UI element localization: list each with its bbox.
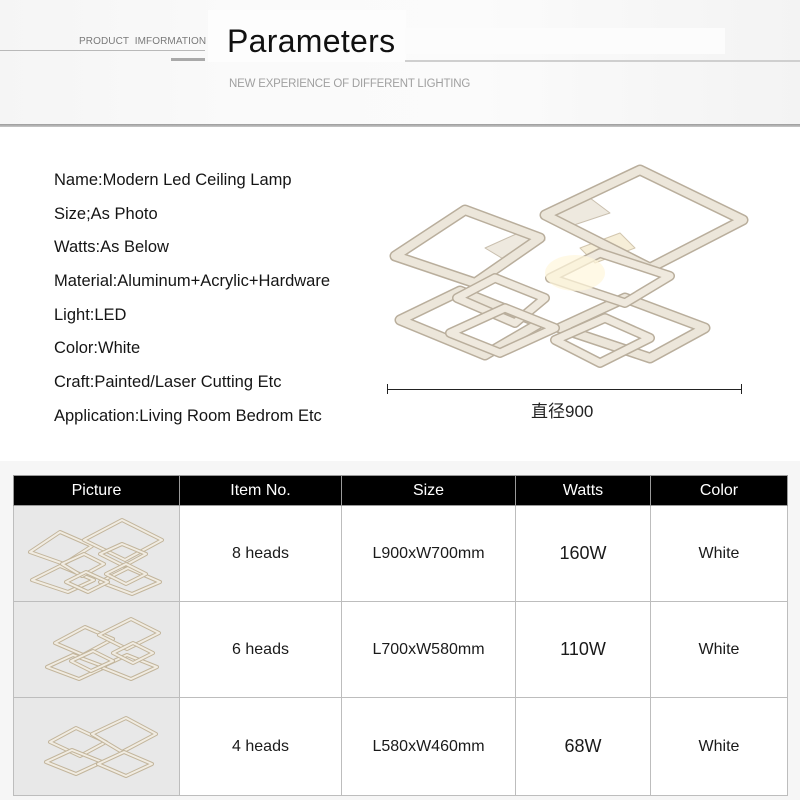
dimension-label: 直径900 (531, 402, 594, 421)
table-row: 8 heads L900xW700mm 160W White (13, 505, 788, 602)
color-cell: White (650, 697, 788, 796)
section-kicker: PRODUCT IMFORMATION (79, 36, 207, 47)
item-cell: 4 heads (179, 697, 342, 796)
table-header-row: Picture Item No. Size Watts Color (13, 475, 788, 506)
dimension-tick-right (741, 384, 742, 394)
spec-watts: Watts:As Below (54, 238, 169, 257)
header-band: PRODUCT IMFORMATION Parameters NEW EXPER… (0, 0, 800, 124)
header-rule-left (0, 50, 205, 51)
spec-material: Material:Aluminum+Acrylic+Hardware (54, 272, 331, 291)
spec-craft: Craft:Painted/Laser Cutting Etc (54, 373, 282, 392)
watts-cell: 110W (515, 601, 651, 698)
table-row: 6 heads L700xW580mm 110W White (13, 601, 788, 698)
spec-size: Size;As Photo (54, 204, 158, 223)
spec-application: Application:Living Room Bedrom Etc (54, 406, 322, 425)
size-cell: L580xW460mm (341, 697, 516, 796)
picture-cell (13, 601, 180, 698)
ceiling-lamp-6-heads-icon (44, 616, 161, 681)
size-cell: L700xW580mm (341, 601, 516, 698)
column-header-watts: Watts (515, 475, 651, 506)
header-rule-accent (171, 58, 205, 61)
title-backdrop-right (405, 28, 725, 54)
column-header-picture: Picture (13, 475, 180, 506)
ceiling-lamp-icon (389, 164, 749, 368)
ceiling-lamp-4-heads-icon (43, 715, 158, 778)
spec-table: Picture Item No. Size Watts Color 8 head… (13, 475, 788, 796)
picture-cell (13, 505, 180, 602)
watts-cell: 68W (515, 697, 651, 796)
picture-cell (13, 697, 180, 796)
dimension-line (387, 389, 741, 390)
spec-name: Name:Modern Led Ceiling Lamp (54, 171, 292, 189)
ceiling-lamp-8-heads-icon (27, 517, 164, 596)
color-cell: White (650, 505, 788, 602)
header-rule-right (405, 60, 800, 62)
section-divider (0, 124, 800, 127)
spec-list: Name:Modern Led Ceiling Lamp Size;As Pho… (54, 170, 330, 440)
table-row: 4 heads L580xW460mm 68W White (13, 697, 788, 796)
item-cell: 8 heads (179, 505, 342, 602)
column-header-item: Item No. (179, 475, 342, 506)
watts-cell: 160W (515, 505, 651, 602)
spec-light: Light:LED (54, 305, 127, 324)
column-header-size: Size (341, 475, 516, 506)
color-cell: White (650, 601, 788, 698)
column-header-color: Color (650, 475, 788, 506)
page-subtitle: NEW EXPERIENCE OF DIFFERENT LIGHTING (229, 78, 471, 90)
item-cell: 6 heads (179, 601, 342, 698)
size-cell: L900xW700mm (341, 505, 516, 602)
spec-color: Color:White (54, 339, 141, 358)
page-title: Parameters (227, 23, 396, 59)
